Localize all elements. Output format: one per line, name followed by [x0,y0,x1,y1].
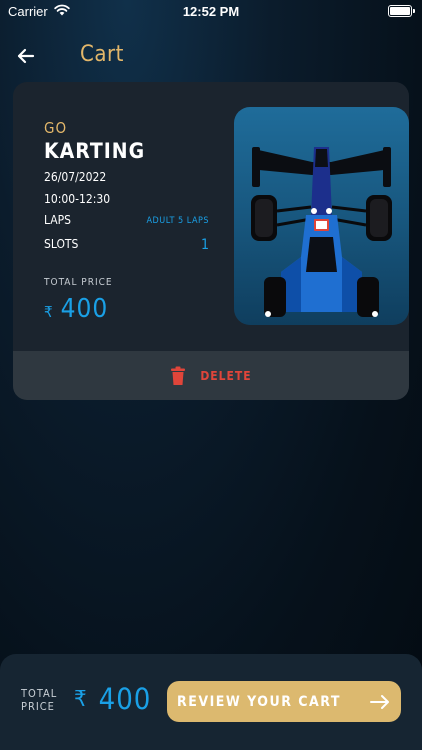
race-car-image [234,107,409,325]
laps-row: LAPS ADULT 5 LAPS [44,213,209,231]
trash-icon [171,366,186,385]
checkout-bar: TOTAL PRICE ₹ 400 REVIEW YOUR CART [0,654,422,750]
footer-total-value: 400 [98,682,152,716]
total-price-value: 400 [60,294,109,324]
cart-item-card: GO KARTING 26/07/2022 10:00-12:30 LAPS A… [13,82,409,400]
delete-label: DELETE [200,368,252,383]
status-bar: Carrier 12:52 PM [0,0,422,24]
page-title: Cart [80,42,124,67]
footer-total-price: ₹ 400 [74,682,151,716]
item-category: GO [44,119,68,137]
nav-bar: Cart [0,38,422,74]
arrow-right-icon [369,694,389,709]
laps-value: ADULT 5 LAPS [146,216,209,226]
item-time: 10:00-12:30 [44,192,111,206]
back-arrow-icon[interactable] [12,42,40,70]
item-title: KARTING [44,139,146,163]
review-cart-label: REVIEW YOUR CART [177,693,341,710]
battery-icon [388,5,415,17]
slots-row: SLOTS 1 [44,237,209,255]
slots-label: SLOTS [44,237,79,251]
laps-label: LAPS [44,213,72,227]
delete-button[interactable]: DELETE [13,351,409,400]
footer-currency-symbol: ₹ [74,686,87,712]
review-cart-button[interactable]: REVIEW YOUR CART [167,681,401,722]
cart-item-info: GO KARTING 26/07/2022 10:00-12:30 LAPS A… [44,119,209,324]
item-date: 26/07/2022 [44,170,107,184]
total-price-label: TOTAL PRICE [44,277,113,288]
total-price: ₹ 400 [44,294,209,324]
currency-symbol: ₹ [44,303,53,321]
clock: 12:52 PM [182,4,240,19]
slots-value: 1 [200,237,209,253]
footer-total-label: TOTAL PRICE [21,687,58,713]
